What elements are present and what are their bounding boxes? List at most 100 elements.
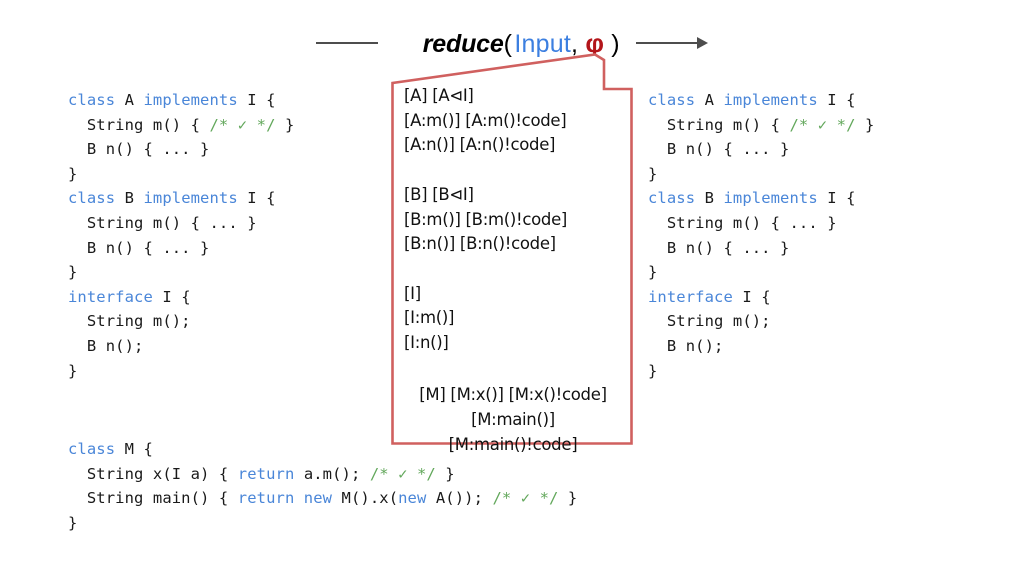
- code-line: B n() { ... }: [68, 137, 294, 162]
- callout-line: [M] [M:x()] [M:x()!code]: [419, 385, 607, 405]
- code-line: String m() { /* ✓ */ }: [648, 113, 874, 138]
- code-comment: /* ✓ */: [789, 115, 856, 134]
- code-line: B n() { ... }: [648, 137, 874, 162]
- code-text: A());: [435, 489, 493, 508]
- code-keyword: class: [648, 189, 705, 208]
- code-line: String m();: [68, 309, 294, 334]
- code-keyword: class: [68, 189, 125, 208]
- code-line: }: [648, 359, 874, 384]
- code-text: }: [855, 115, 875, 134]
- code-keyword: class: [68, 91, 125, 109]
- code-text: }: [275, 115, 295, 134]
- code-keyword: class: [648, 91, 705, 109]
- code-line: }: [68, 260, 294, 285]
- code-line: interface I {: [648, 285, 874, 310]
- code-text: A: [124, 91, 144, 109]
- code-text: String m() {: [68, 115, 210, 134]
- code-comment: /* ✓ */: [492, 489, 559, 508]
- code-text: String x(I a) {: [68, 464, 238, 483]
- code-text: I {: [827, 91, 856, 109]
- code-keyword: new: [398, 489, 436, 508]
- code-comment: /* ✓ */: [209, 115, 276, 134]
- callout-line: [I:n()]: [404, 333, 449, 352]
- header-line-left-icon: [316, 42, 379, 44]
- code-line: class B implements I {: [648, 186, 874, 211]
- code-line: }: [68, 511, 577, 536]
- callout-line: [A:m()] [A:m()!code]: [404, 110, 567, 130]
- code-text: }: [435, 464, 455, 483]
- code-line: class A implements I {: [68, 88, 294, 113]
- code-line: String m() { ... }: [68, 211, 294, 236]
- code-keyword: interface: [648, 287, 743, 306]
- code-text: B n() { ... }: [68, 140, 210, 159]
- code-text: M().x(: [341, 489, 399, 508]
- callout-spacer: [404, 356, 622, 381]
- code-keyword: class: [68, 440, 125, 458]
- callout-line: [A:n()] [A:n()!code]: [404, 135, 556, 155]
- arrow-shaft: [635, 42, 698, 44]
- code-text: }: [648, 263, 658, 282]
- code-text: B n() { ... }: [648, 238, 790, 257]
- code-line: }: [648, 162, 874, 187]
- code-text: I {: [742, 287, 771, 306]
- code-keyword: implements: [143, 189, 248, 208]
- callout-line-list: [A] [A⊲I] [A:m()] [A:m()!code] [A:n()] [A:…: [404, 84, 622, 458]
- code-text: }: [68, 361, 78, 380]
- code-block-right-output: class A implements I { String m() { /* ✓…: [648, 88, 874, 383]
- arrow-head: [696, 37, 708, 49]
- code-keyword: implements: [143, 91, 248, 109]
- code-block-left-input: class A implements I { String m() { /* ✓…: [68, 88, 294, 383]
- code-text: a.m();: [303, 464, 370, 483]
- code-line: B n();: [648, 334, 874, 359]
- code-text: }: [648, 164, 658, 183]
- callout-line: [B:n()] [B:n()!code]: [404, 234, 556, 254]
- code-text: B n();: [648, 336, 724, 355]
- code-keyword: interface: [68, 287, 163, 306]
- callout-line: [B:m()] [B:m()!code]: [404, 209, 568, 229]
- callout-content: [A] [A⊲I] [A:m()] [A:m()!code] [A:n()] [A:…: [391, 53, 633, 454]
- callout-line: [M:main()!code]: [448, 434, 578, 454]
- code-text: }: [558, 489, 578, 508]
- code-line: }: [68, 162, 294, 187]
- code-text: A: [704, 91, 724, 109]
- code-text: String m();: [68, 312, 191, 331]
- code-text: I {: [827, 189, 856, 208]
- code-keyword: implements: [723, 189, 828, 208]
- code-text: B n() { ... }: [68, 238, 210, 257]
- code-line: String m() { ... }: [648, 211, 874, 236]
- code-text: B: [704, 189, 724, 208]
- code-line: interface I {: [68, 285, 294, 310]
- callout-line: [I]: [404, 283, 421, 303]
- code-text: }: [68, 263, 78, 282]
- code-keyword: return new: [237, 489, 342, 508]
- code-text: B n();: [68, 336, 144, 355]
- code-line: String x(I a) { return a.m(); /* ✓ */ }: [68, 462, 577, 487]
- callout-line: [M:main()]: [471, 410, 555, 430]
- callout-line: [I:m()]: [404, 308, 455, 328]
- code-text: String m();: [648, 312, 771, 331]
- code-comment: /* ✓ */: [369, 464, 436, 483]
- code-line: String m() { /* ✓ */ }: [68, 113, 294, 138]
- code-line: class A implements I {: [648, 88, 874, 113]
- header-arrow-right-icon: [635, 37, 708, 49]
- code-text: }: [648, 361, 658, 380]
- code-text: I {: [247, 189, 276, 208]
- code-text: M {: [124, 440, 153, 458]
- code-text: I {: [162, 287, 191, 306]
- callout-line: [B] [B⊲I]: [404, 184, 474, 204]
- callout-spacer: [404, 158, 622, 183]
- code-line: B n();: [68, 334, 294, 359]
- code-line: String m();: [648, 309, 874, 334]
- callout-spacer: [404, 257, 622, 282]
- code-keyword: implements: [723, 91, 828, 109]
- code-text: }: [68, 164, 78, 183]
- code-line: String main() { return new M().x(new A()…: [68, 486, 577, 511]
- code-text: I {: [247, 91, 276, 109]
- code-text: String m() {: [648, 115, 790, 134]
- code-line: B n() { ... }: [648, 236, 874, 261]
- code-text: B: [124, 189, 144, 208]
- code-line: }: [68, 359, 294, 384]
- code-keyword: return: [237, 464, 304, 483]
- code-text: }: [68, 513, 78, 532]
- code-text: String main() {: [68, 489, 238, 508]
